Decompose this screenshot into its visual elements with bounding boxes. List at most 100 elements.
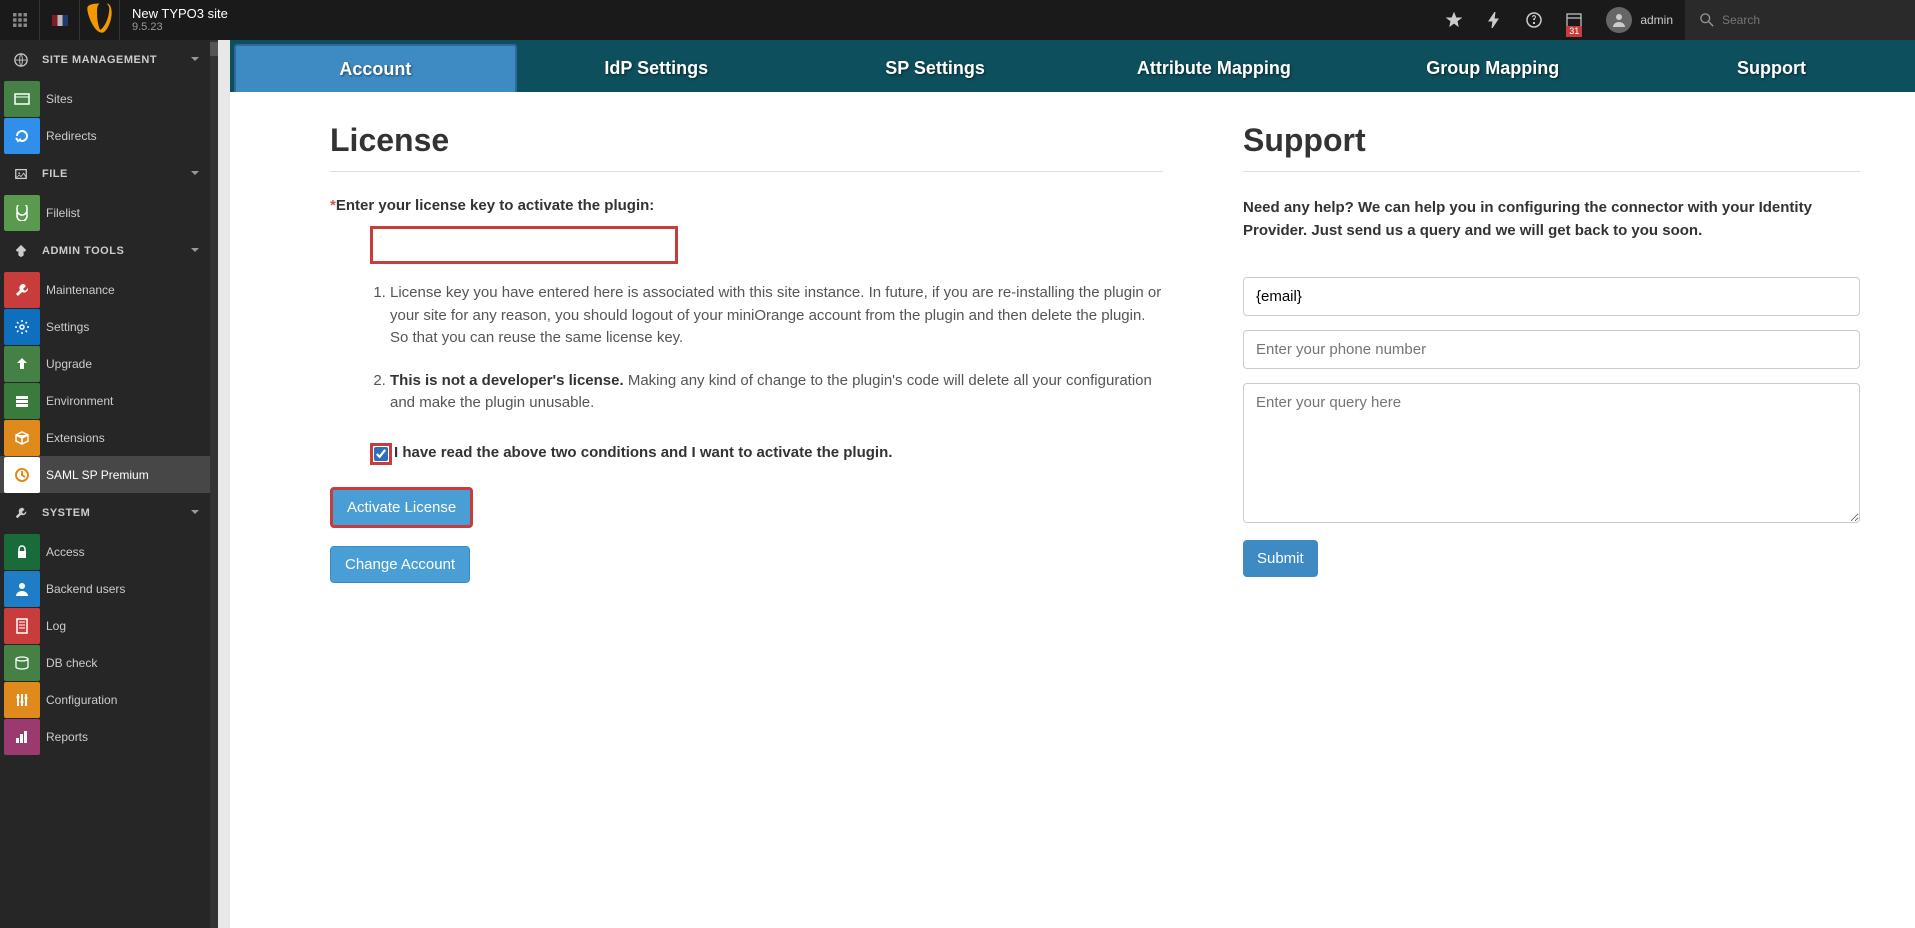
module-item-label: Upgrade — [46, 357, 92, 371]
help-icon[interactable] — [1514, 0, 1554, 40]
support-query-textarea[interactable] — [1243, 383, 1860, 523]
redirects-icon — [4, 118, 40, 154]
module-item-upgrade[interactable]: Upgrade — [0, 345, 210, 382]
module-group-site-management[interactable]: SITE MANAGEMENT — [0, 40, 210, 80]
sites-icon — [4, 81, 40, 117]
log-icon — [4, 608, 40, 644]
support-phone-input[interactable] — [1243, 330, 1860, 369]
settings-icon — [4, 309, 40, 345]
sidebar-scrollbar[interactable] — [210, 40, 218, 928]
module-item-sites[interactable]: Sites — [0, 80, 210, 117]
module-item-db-check[interactable]: DB check — [0, 644, 210, 681]
topbar-left: New TYPO3 site 9.5.23 — [0, 0, 240, 40]
topbar-user[interactable]: admin — [1594, 0, 1685, 40]
module-item-log[interactable]: Log — [0, 607, 210, 644]
divider — [330, 171, 1163, 172]
license-key-input[interactable] — [370, 226, 678, 264]
module-item-environment[interactable]: Environment — [0, 382, 210, 419]
support-help-text: Need any help? We can help you in config… — [1243, 197, 1860, 242]
search-input[interactable] — [1722, 13, 1877, 27]
cache-flash-icon[interactable] — [1474, 0, 1514, 40]
divider — [1243, 171, 1860, 172]
module-item-settings[interactable]: Settings — [0, 308, 210, 345]
license-heading: License — [330, 122, 1163, 159]
topbar: New TYPO3 site 9.5.23 31 admin — [0, 0, 1915, 40]
tab-support[interactable]: Support — [1632, 44, 1911, 92]
content-scrollbar[interactable] — [218, 40, 230, 928]
maintenance-icon — [4, 272, 40, 308]
support-heading: Support — [1243, 122, 1860, 159]
license-note-2: This is not a developer's license. Makin… — [390, 370, 1163, 415]
license-field-label: *Enter your license key to activate the … — [330, 197, 1163, 214]
tab-account[interactable]: Account — [234, 44, 517, 92]
environment-icon — [4, 383, 40, 419]
module-item-label: Backend users — [46, 582, 125, 596]
consent-checkbox-wrap — [370, 443, 392, 465]
config-icon — [4, 682, 40, 718]
support-email-input[interactable] — [1243, 277, 1860, 316]
module-item-label: SAML SP Premium — [46, 468, 149, 482]
topbar-site-info[interactable]: New TYPO3 site 9.5.23 — [120, 6, 240, 35]
avatar-icon — [1606, 7, 1632, 33]
module-item-configuration[interactable]: Configuration — [0, 681, 210, 718]
content-area: AccountIdP SettingsSP SettingsAttribute … — [218, 40, 1915, 928]
username: admin — [1640, 13, 1673, 27]
dbcheck-icon — [4, 645, 40, 681]
license-note-1: License key you have entered here is ass… — [390, 282, 1163, 350]
tab-group-mapping[interactable]: Group Mapping — [1353, 44, 1632, 92]
typo3-logo-icon[interactable] — [80, 0, 120, 40]
module-item-label: Configuration — [46, 693, 117, 707]
module-group-system[interactable]: SYSTEM — [0, 493, 210, 533]
calendar-badge: 31 — [1566, 26, 1582, 37]
bookmark-icon[interactable] — [1434, 0, 1474, 40]
tab-idp-settings[interactable]: IdP Settings — [517, 44, 796, 92]
site-name: New TYPO3 site — [132, 6, 228, 22]
saml-icon — [4, 457, 40, 493]
module-item-label: DB check — [46, 656, 97, 670]
reports-icon — [4, 719, 40, 755]
module-item-label: Environment — [46, 394, 113, 408]
module-menu: SITE MANAGEMENT Sites Redirects FILE Filelis… — [0, 40, 218, 928]
tab-attribute-mapping[interactable]: Attribute Mapping — [1074, 44, 1353, 92]
module-group-file[interactable]: FILE — [0, 154, 210, 194]
module-item-label: Reports — [46, 730, 88, 744]
topbar-right: 31 admin — [1434, 0, 1915, 40]
module-item-backend-users[interactable]: Backend users — [0, 570, 210, 607]
module-item-extensions[interactable]: Extensions — [0, 419, 210, 456]
module-item-label: Filelist — [46, 206, 80, 220]
module-item-maintenance[interactable]: Maintenance — [0, 271, 210, 308]
upgrade-icon — [4, 346, 40, 382]
module-item-reports[interactable]: Reports — [0, 718, 210, 755]
module-item-label: Log — [46, 619, 66, 633]
flag-icon[interactable] — [40, 0, 80, 40]
change-account-button[interactable]: Change Account — [330, 546, 470, 583]
extensions-icon — [4, 420, 40, 456]
license-section: License *Enter your license key to activ… — [330, 122, 1163, 601]
access-icon — [4, 534, 40, 570]
module-group-admin-tools[interactable]: ADMIN TOOLS — [0, 231, 210, 271]
module-item-saml-sp-premium[interactable]: SAML SP Premium — [0, 456, 210, 493]
scrollbar-handle[interactable] — [210, 42, 218, 56]
filelist-icon — [4, 195, 40, 231]
tab-sp-settings[interactable]: SP Settings — [796, 44, 1075, 92]
module-item-label: Redirects — [46, 129, 97, 143]
module-item-filelist[interactable]: Filelist — [0, 194, 210, 231]
support-section: Support Need any help? We can help you i… — [1243, 122, 1860, 601]
license-notes: License key you have entered here is ass… — [370, 282, 1163, 415]
module-item-redirects[interactable]: Redirects — [0, 117, 210, 154]
activate-license-button[interactable]: Activate License — [330, 487, 473, 528]
support-submit-button[interactable]: Submit — [1243, 540, 1318, 577]
apps-grid-icon[interactable] — [0, 0, 40, 40]
module-item-access[interactable]: Access — [0, 533, 210, 570]
search-icon — [1700, 13, 1714, 27]
site-version: 9.5.23 — [132, 21, 228, 34]
beusers-icon — [4, 571, 40, 607]
consent-text: I have read the above two conditions and… — [394, 443, 892, 461]
calendar-icon[interactable]: 31 — [1554, 0, 1594, 40]
topbar-search[interactable] — [1685, 0, 1915, 40]
module-item-label: Extensions — [46, 431, 105, 445]
consent-checkbox[interactable] — [374, 447, 388, 461]
module-item-label: Access — [46, 545, 85, 559]
module-item-label: Sites — [46, 92, 73, 106]
module-item-label: Maintenance — [46, 283, 115, 297]
